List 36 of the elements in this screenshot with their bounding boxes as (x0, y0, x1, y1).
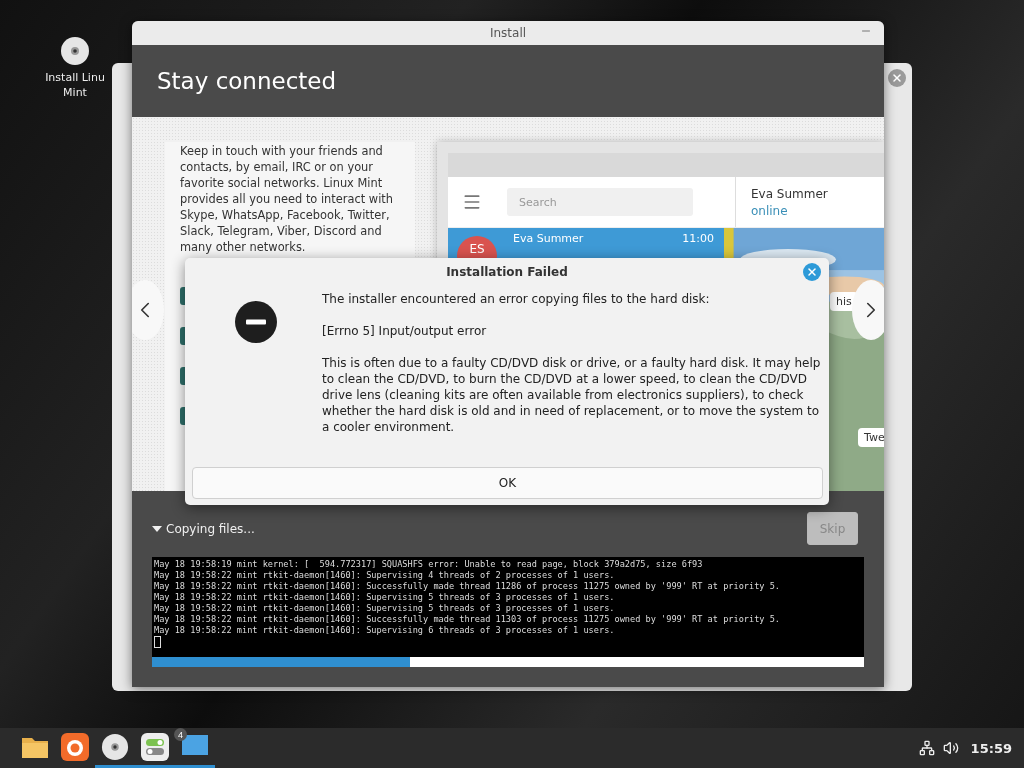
contact-status: online (751, 203, 789, 218)
slide-text: Keep in touch with your friends and contacts, by email, IRC or on your favorite social networks. Linux Mint provides all you need to interact with Skype, WhatsApp, Facebook, Twitter, Slack, Telegram, Viber, Discord and many other networks. (180, 143, 394, 255)
volume-icon[interactable] (942, 740, 959, 756)
page-title: Stay connected (157, 68, 337, 94)
text-cursor (154, 636, 161, 648)
progress-expander[interactable]: Copying files... (152, 521, 255, 536)
close-button[interactable] (803, 263, 821, 281)
log-line: May 18 19:58:22 mint rtkit-daemon[1460]: Supervising 5 threads of 3 processes of 1 users. (154, 603, 616, 614)
menu-icon (462, 192, 482, 212)
log-line: May 18 19:58:22 mint rtkit-daemon[1460]: Successfully made thread 11303 of process 11275 owned by '999' RT at priority 5. (154, 614, 782, 625)
browser-icon (61, 732, 89, 761)
chat-name: Eva Summer (513, 232, 585, 245)
clock[interactable]: 15:59 (970, 740, 1012, 756)
taskbar-app[interactable]: 4 (175, 728, 215, 768)
disc-icon (60, 36, 90, 66)
count-badge: 4 (174, 728, 187, 741)
desktop-icon-label[interactable]: Install Linu Mint (45, 70, 105, 100)
contact-name: Eva Summer (751, 186, 829, 201)
log-line: May 18 19:58:22 mint rtkit-daemon[1460]: Supervising 4 threads of 2 processes of 1 users. (154, 570, 616, 581)
window-title: Install (489, 26, 527, 40)
dialog-message: The installer encountered an error copying files to the hard disk: (322, 291, 711, 307)
log-line: May 18 19:58:19 mint kernel: [ 594.772317] SQUASHFS error: Unable to read page, block 379a2d75, size 6f93 (154, 559, 704, 570)
toggles-icon (141, 732, 169, 761)
close-icon (806, 266, 818, 278)
chat-time: 11:00 (682, 232, 714, 245)
log-line: May 18 19:58:22 mint rtkit-daemon[1460]: Supervising 5 threads of 3 processes of 1 users. (154, 592, 616, 603)
dialog-message: [Errno 5] Input/output error (322, 323, 488, 339)
dialog-message: This is often due to a faulty CD/DVD disk or drive, or a faulty hard disk. It may help to clean the CD/DVD, to burn the CD/DVD at a lower speed, to clean the CD/DVD drive lens (cleaning kits are often available from electronics suppliers), to check whether the hard disk is old and in need of replacement, or to move the system to a cooler environment. (322, 355, 822, 435)
ok-button[interactable]: OK (192, 467, 823, 499)
close-icon[interactable] (888, 69, 906, 87)
network-icon[interactable] (918, 740, 935, 756)
log-line: May 18 19:58:22 mint rtkit-daemon[1460]: Supervising 6 threads of 3 processes of 1 users. (154, 625, 616, 636)
log-line: May 18 19:58:22 mint rtkit-daemon[1460]: Successfully made thread 11286 of process 11275 owned by '999' RT at priority 5. (154, 581, 782, 592)
message-bubble: Twe (858, 428, 884, 447)
disc-icon (101, 732, 129, 761)
error-icon (235, 301, 277, 343)
